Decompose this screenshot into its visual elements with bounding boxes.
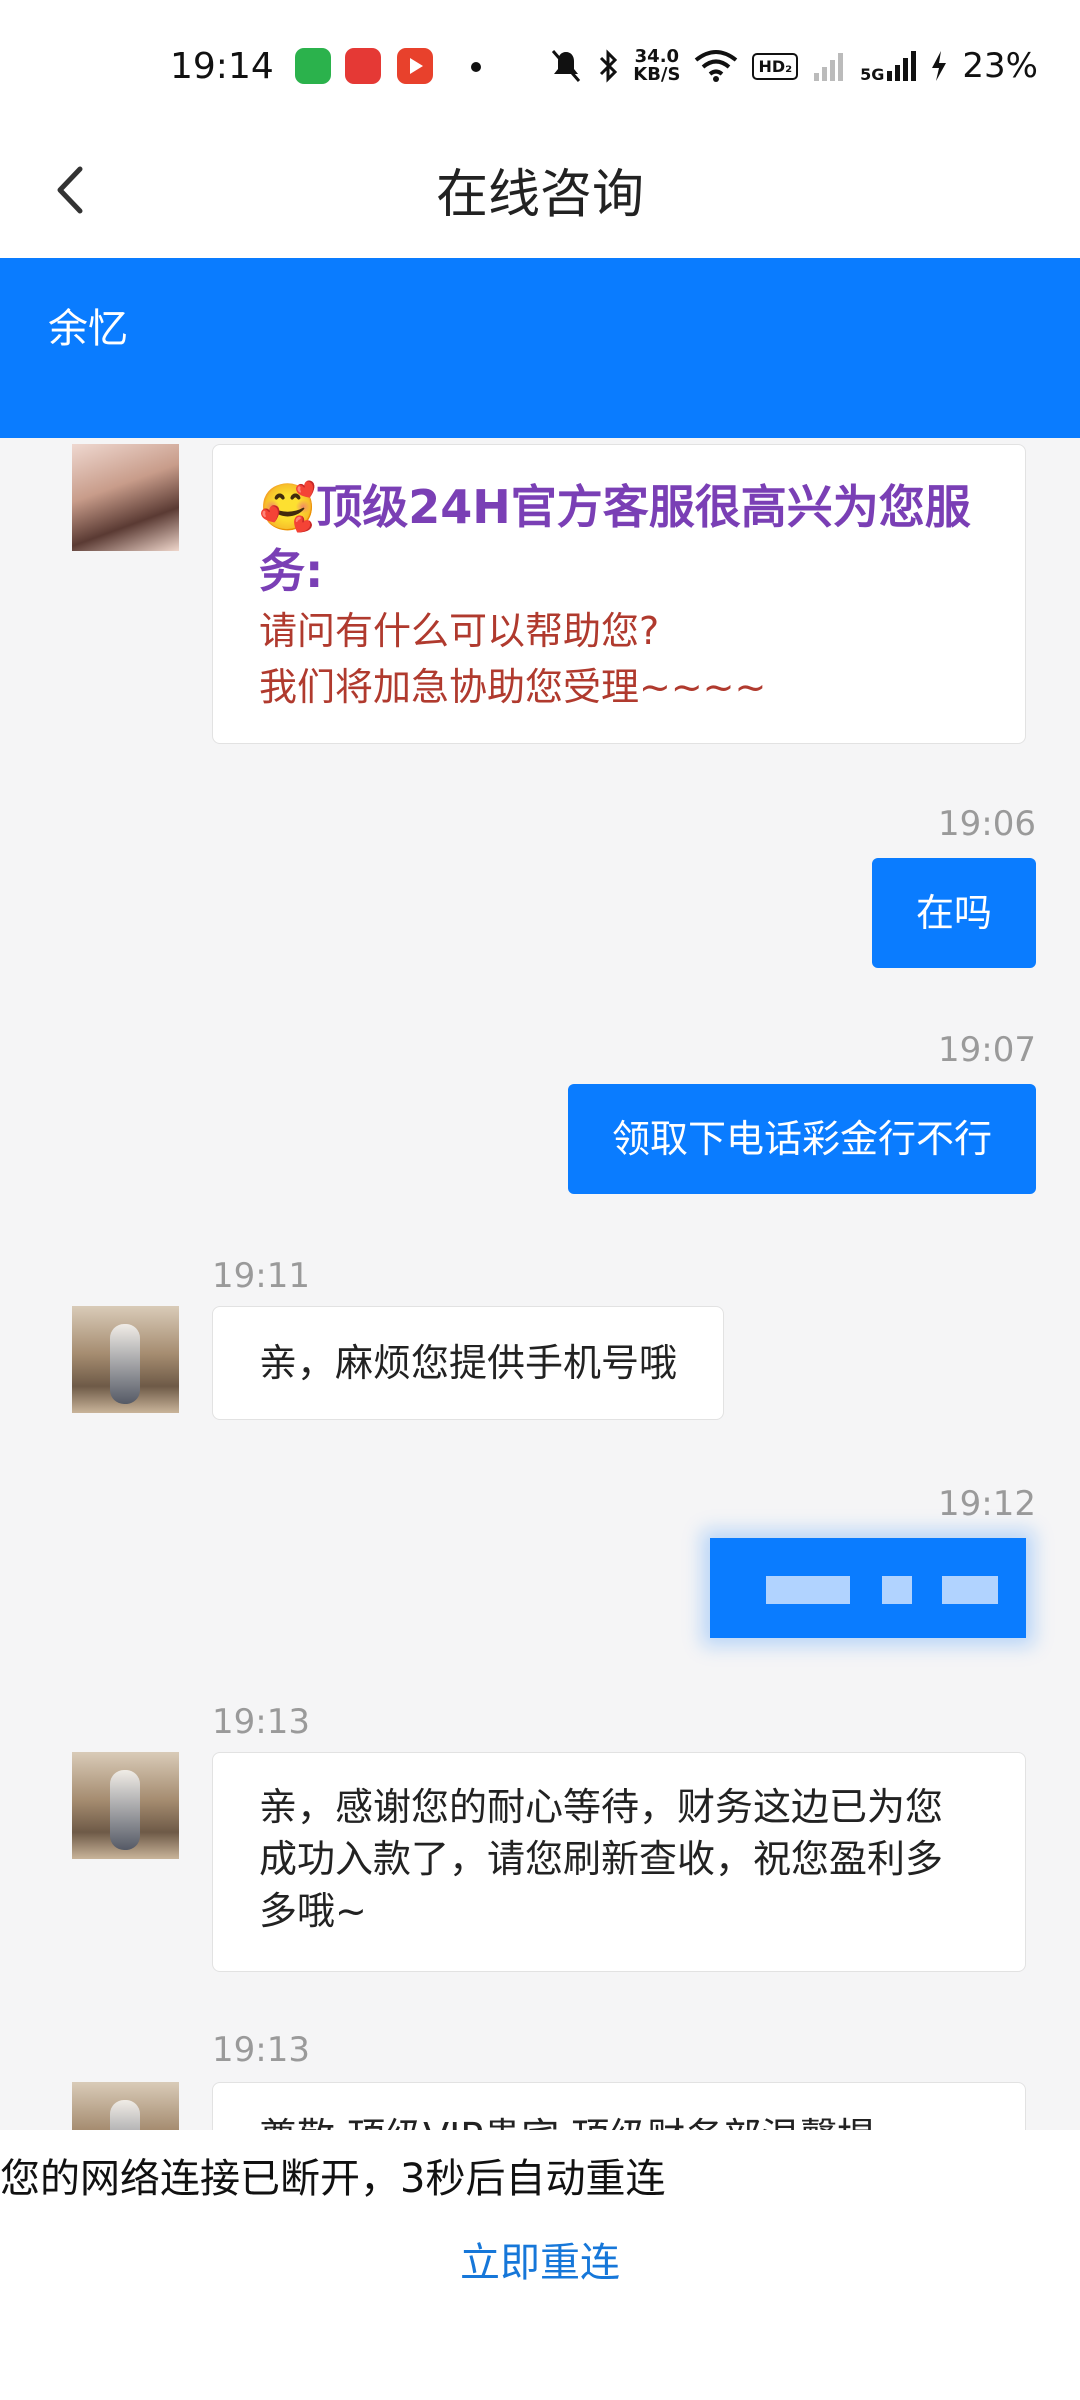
outgoing-message[interactable]: 在吗: [871, 858, 1036, 968]
status-time: 19:14: [170, 46, 274, 87]
greeting-line-2: 我们将加急协助您受理~~~~: [259, 665, 767, 709]
signal-5g-icon: 5G: [860, 49, 917, 83]
signal-weak-icon: [814, 53, 844, 81]
greeting-line-1: 请问有什么可以帮助您?: [259, 609, 660, 653]
status-bar: 19:14 34.0 KB/S HD₂ 5G 23%: [0, 0, 1080, 130]
greeting-bubble: 🥰顶级24H官方客服很高兴为您服务: 请问有什么可以帮助您? 我们将加急协助您受…: [212, 444, 1026, 744]
greeting-title: 🥰顶级24H官方客服很高兴为您服务:: [259, 480, 971, 598]
hd-badge: HD₂: [752, 52, 799, 80]
notification-dot: [471, 62, 481, 72]
message-time: 19:06: [938, 804, 1036, 844]
net-speed: 34.0 KB/S: [633, 46, 681, 85]
message-time: 19:13: [212, 1702, 310, 1742]
page-title: 在线咨询: [435, 165, 644, 225]
blurred-phone-message[interactable]: [710, 1538, 1026, 1638]
incoming-message[interactable]: 亲，感谢您的耐心等待，财务这边已为您成功入款了，请您刷新查收，祝您盈利多多哦~: [212, 1752, 1026, 1972]
agent-banner: 余忆: [0, 258, 1080, 438]
smiling-hearts-icon: 🥰: [259, 480, 317, 534]
network-status-message: 您的网络连接已断开，3秒后自动重连: [0, 2156, 666, 2202]
reconnect-button[interactable]: 立即重连: [0, 2230, 1080, 2288]
wifi-icon: [695, 50, 738, 82]
network-disconnected-bar: 您的网络连接已断开，3秒后自动重连 立即重连: [0, 2130, 1080, 2400]
chat-list[interactable]: 🥰顶级24H官方客服很高兴为您服务: 请问有什么可以帮助您? 我们将加急协助您受…: [0, 438, 1080, 2130]
reddit-app-icon: [345, 48, 381, 84]
app-header: 在线咨询: [0, 130, 1080, 258]
blur-block: [766, 1576, 850, 1604]
outgoing-message[interactable]: 领取下电话彩金行不行: [567, 1084, 1036, 1194]
message-time: 19:12: [938, 1484, 1036, 1524]
message-time: 19:07: [938, 1030, 1036, 1070]
agent-avatar[interactable]: [72, 444, 179, 551]
incoming-message[interactable]: 亲，麻烦您提供手机号哦: [212, 1306, 725, 1420]
bluetooth-icon: [600, 49, 618, 83]
video-app-icon: [397, 48, 433, 84]
status-icons: 34.0 KB/S HD₂ 5G 23%: [549, 44, 1038, 88]
messages-app-icon: [295, 48, 331, 84]
message-time: 19:13: [212, 2030, 310, 2070]
agent-avatar[interactable]: [72, 2082, 179, 2130]
incoming-message[interactable]: 尊敬 顶级VIP贵宾 顶级财务部温馨提: [212, 2082, 1026, 2130]
battery-percent: 23%: [962, 46, 1038, 86]
agent-avatar[interactable]: [72, 1752, 179, 1859]
charging-icon: [932, 51, 947, 81]
agent-name: 余忆: [48, 306, 128, 352]
blur-block: [942, 1576, 998, 1604]
message-time: 19:11: [212, 1256, 310, 1296]
blur-block: [882, 1576, 912, 1604]
mute-icon: [552, 50, 581, 82]
agent-avatar[interactable]: [72, 1306, 179, 1413]
